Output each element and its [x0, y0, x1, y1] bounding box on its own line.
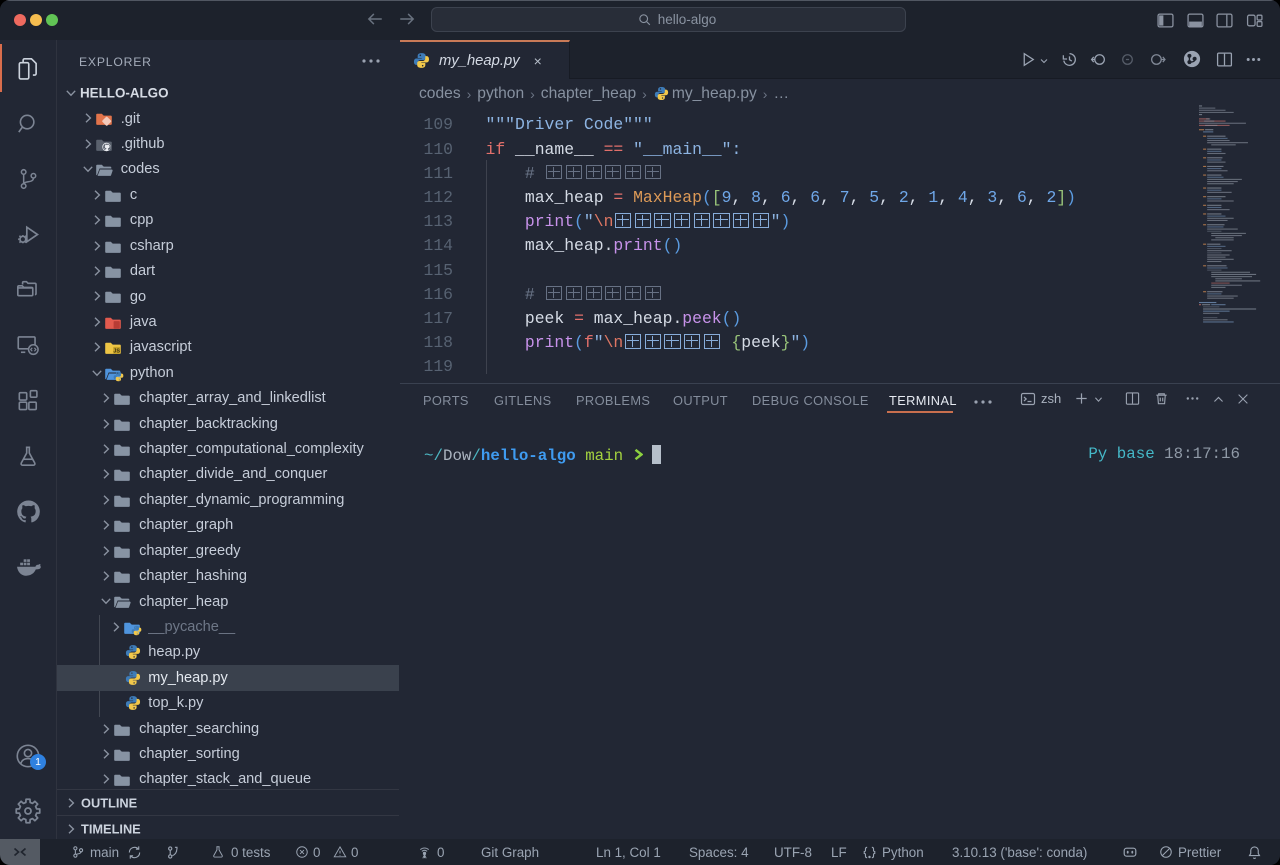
svg-text:JS: JS: [114, 349, 121, 355]
